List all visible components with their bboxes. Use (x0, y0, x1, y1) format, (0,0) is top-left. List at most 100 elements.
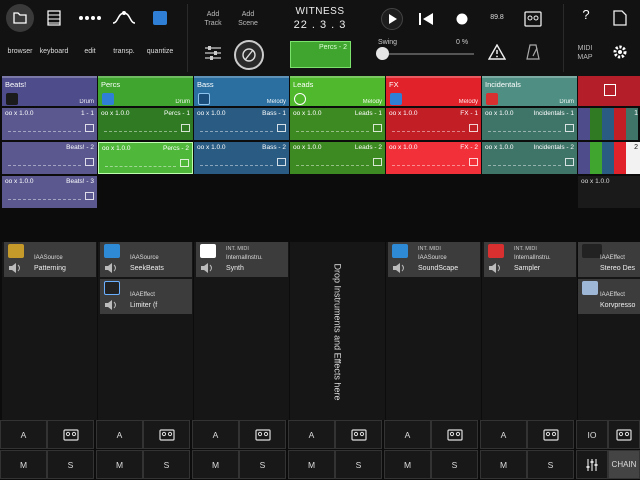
launch-clip-icon[interactable] (180, 159, 189, 167)
clip-slot[interactable]: oo x 1.0.0 FX - 1 (386, 108, 481, 140)
record-arm-button[interactable] (47, 420, 94, 449)
launch-clip-icon[interactable] (565, 158, 574, 166)
device-slot[interactable]: INT. MIDI IAASource SoundScape (388, 242, 480, 277)
arm-button[interactable]: A (192, 420, 239, 449)
launch-clip-icon[interactable] (373, 158, 382, 166)
launch-clip-icon[interactable] (373, 124, 382, 132)
scene-launch-3[interactable]: oo x 1.0.0 (578, 176, 640, 208)
clip-slot[interactable]: oo x 1.0.0 Percs - 1 (98, 108, 193, 140)
master-header[interactable] (578, 76, 640, 106)
speaker-icon[interactable] (488, 262, 502, 274)
arm-button[interactable]: A (480, 420, 527, 449)
play-button[interactable] (381, 8, 403, 30)
clip-slot-playing[interactable]: oo x 1.0.0 Percs - 2 (98, 142, 193, 174)
track-header-percs[interactable]: Percs Drum (98, 76, 193, 106)
speaker-icon[interactable] (104, 299, 118, 311)
quantize-button[interactable]: quantize (140, 4, 180, 55)
clip-slot[interactable]: oo x 1.0.0 Beats! - 3 (2, 176, 97, 208)
solo-button[interactable]: S (239, 450, 286, 479)
mixer-icon[interactable] (205, 46, 221, 60)
track-header-fx[interactable]: FX Melody (386, 76, 481, 106)
track-header-incidentals[interactable]: Incidentals Drum (482, 76, 577, 106)
add-scene-button[interactable]: Add Scene (233, 10, 263, 28)
record-arm-button[interactable] (527, 420, 574, 449)
tempo-display[interactable]: 89.8 (484, 14, 510, 21)
current-clip[interactable]: Percs - 2 (290, 41, 351, 68)
arm-button[interactable]: A (384, 420, 431, 449)
clip-slot[interactable]: oo x 1.0.0 Leads - 2 (290, 142, 385, 174)
device-chain-leads[interactable]: Drop Instruments and Effects here (290, 242, 385, 420)
launch-clip-icon[interactable] (469, 124, 478, 132)
speaker-icon[interactable] (392, 262, 406, 274)
drop-zone[interactable]: Drop Instruments and Effects here (322, 252, 352, 412)
device-slot[interactable]: IAASource SeekBeats (100, 242, 192, 277)
arm-button[interactable]: A (288, 420, 335, 449)
swing-slider[interactable] (378, 53, 474, 55)
launch-clip-icon[interactable] (85, 192, 94, 200)
device-slot[interactable]: INT. MIDI InternalInstru. Synth (196, 242, 288, 277)
scene-launch-2[interactable]: 2 (578, 142, 640, 174)
record-arm-button[interactable] (608, 420, 640, 449)
record-arm-button[interactable] (239, 420, 286, 449)
solo-button[interactable]: S (335, 450, 382, 479)
clip-slot[interactable]: oo x 1.0.0 FX - 2 (386, 142, 481, 174)
track-header-leads[interactable]: Leads Melody (290, 76, 385, 106)
solo-button[interactable]: S (143, 450, 190, 479)
warning-icon[interactable] (488, 44, 506, 60)
device-slot[interactable]: IAASource Patterning (4, 242, 96, 277)
track-header-bass[interactable]: Bass Melody (194, 76, 289, 106)
settings-gear-icon[interactable] (612, 44, 628, 60)
record-icon[interactable] (455, 12, 469, 26)
mute-button[interactable]: M (0, 450, 47, 479)
device-slot[interactable]: IAAEffect Stereo Des (578, 242, 640, 277)
launch-clip-icon[interactable] (85, 158, 94, 166)
mute-button[interactable]: M (192, 450, 239, 479)
record-arm-button[interactable] (143, 420, 190, 449)
device-slot[interactable]: IAAEffect Limiter (f (100, 279, 192, 314)
clip-slot[interactable]: oo x 1.0.0 Incidentals - 2 (482, 142, 577, 174)
launch-clip-icon[interactable] (181, 124, 190, 132)
device-slot[interactable]: INT. MIDI InternalInstru. Sampler (484, 242, 576, 277)
stop-all-icon[interactable] (604, 84, 616, 96)
track-header-beats[interactable]: Beats! Drum (2, 76, 97, 106)
clip-slot[interactable]: Beats! - 2 (2, 142, 97, 174)
transpose-button[interactable]: transp. (104, 4, 144, 55)
metronome-icon[interactable] (526, 44, 540, 60)
keyboard-button[interactable]: keyboard (34, 4, 74, 55)
cassette-icon[interactable] (524, 11, 542, 27)
solo-button[interactable]: S (431, 450, 478, 479)
mute-button[interactable]: M (288, 450, 335, 479)
clip-slot[interactable]: oo x 1.0.0 Incidentals - 1 (482, 108, 577, 140)
launch-clip-icon[interactable] (277, 158, 286, 166)
io-button[interactable]: IO (576, 420, 608, 449)
arm-button[interactable]: A (96, 420, 143, 449)
add-track-button[interactable]: Add Track (198, 10, 228, 28)
clip-slot[interactable]: oo x 1.0.0 Bass - 2 (194, 142, 289, 174)
help-button[interactable]: ? (576, 8, 596, 21)
rewind-icon[interactable] (418, 12, 434, 26)
swing-slider-thumb[interactable] (376, 47, 389, 60)
mute-button[interactable]: M (384, 450, 431, 479)
clip-slot[interactable]: oo x 1.0.0 1 - 1 (2, 108, 97, 140)
device-slot[interactable]: IAAEffect Korvpresso (578, 279, 640, 314)
launch-clip-icon[interactable] (469, 158, 478, 166)
arm-button[interactable]: A (0, 420, 47, 449)
record-arm-button[interactable] (431, 420, 478, 449)
clip-slot[interactable]: oo x 1.0.0 Leads - 1 (290, 108, 385, 140)
launch-clip-icon[interactable] (565, 124, 574, 132)
solo-button[interactable]: S (527, 450, 574, 479)
chain-button[interactable]: CHAIN (608, 450, 640, 479)
solo-button[interactable]: S (47, 450, 94, 479)
speaker-icon[interactable] (200, 262, 214, 274)
mute-button[interactable]: M (96, 450, 143, 479)
speaker-icon[interactable] (104, 262, 118, 274)
document-icon[interactable] (613, 10, 627, 26)
speaker-icon[interactable] (8, 262, 22, 274)
launch-clip-icon[interactable] (277, 124, 286, 132)
midi-map-button[interactable]: MIDI MAP (572, 44, 598, 62)
scene-launch-1[interactable]: 1 (578, 108, 640, 140)
launch-clip-icon[interactable] (85, 124, 94, 132)
record-arm-button[interactable] (335, 420, 382, 449)
mute-button[interactable]: M (480, 450, 527, 479)
clip-slot[interactable]: oo x 1.0.0 Bass - 1 (194, 108, 289, 140)
